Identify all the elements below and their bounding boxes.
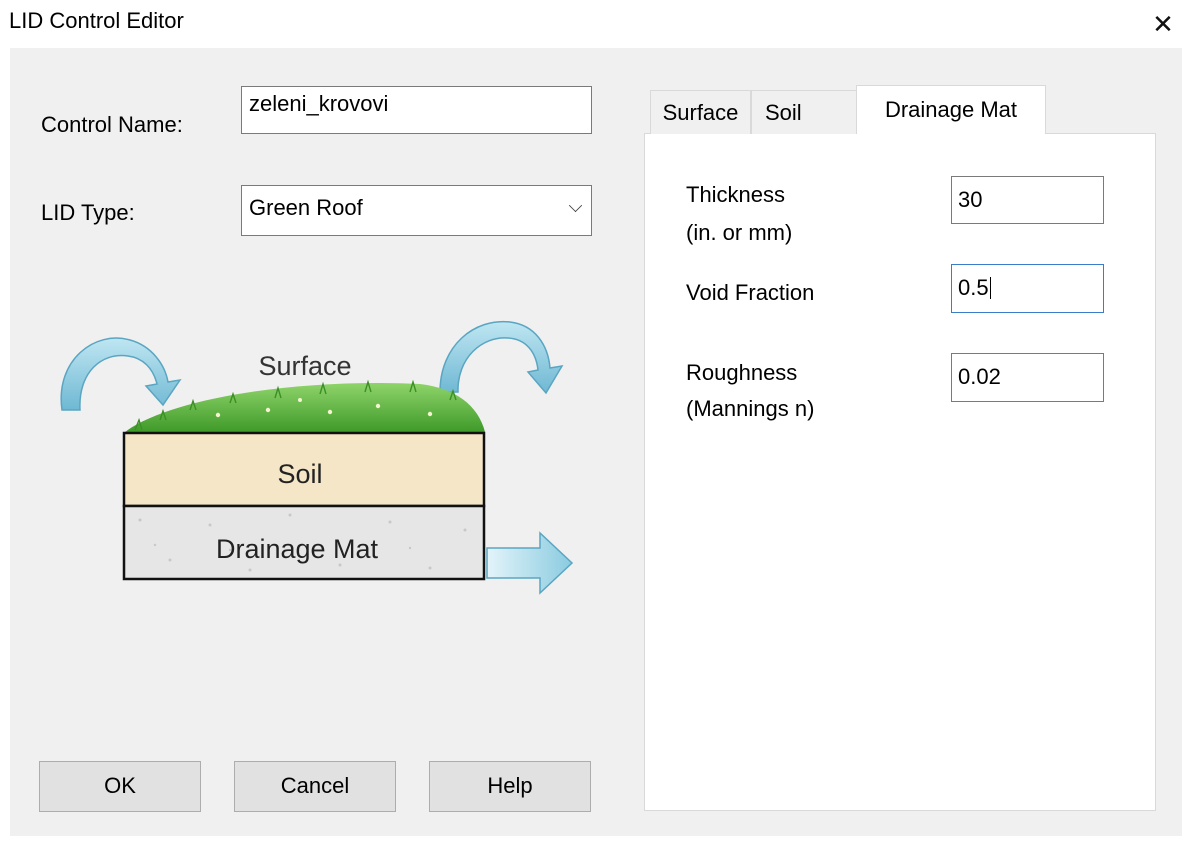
- cancel-button[interactable]: Cancel: [234, 761, 396, 812]
- thickness-value: 30: [958, 187, 983, 212]
- close-icon: ✕: [1152, 8, 1174, 39]
- control-name-input[interactable]: zeleni_krovovi: [241, 86, 592, 134]
- roughness-unit-label: (Mannings n): [686, 396, 815, 421]
- chevron-down-icon: [568, 198, 583, 213]
- roughness-value: 0.02: [958, 364, 1001, 389]
- close-button[interactable]: ✕: [1134, 0, 1192, 48]
- lid-type-value: Green Roof: [249, 195, 363, 220]
- inflow-arrow: [60, 337, 182, 411]
- void-fraction-input[interactable]: 0.5: [951, 264, 1104, 313]
- lid-type-select[interactable]: Green Roof: [241, 185, 592, 236]
- control-name-value: zeleni_krovovi: [249, 91, 389, 116]
- control-name-label: Control Name:: [41, 112, 183, 137]
- roughness-input[interactable]: 0.02: [951, 353, 1104, 402]
- thickness-unit-label: (in. or mm): [686, 220, 793, 245]
- overflow-arrow: [439, 320, 564, 395]
- tab-surface[interactable]: Surface: [650, 90, 751, 134]
- window-title: LID Control Editor: [9, 8, 184, 33]
- thickness-input[interactable]: 30: [951, 176, 1104, 224]
- title-bar: LID Control Editor ✕: [0, 0, 1192, 48]
- tab-soil[interactable]: Soil: [751, 90, 858, 134]
- text-caret: [989, 277, 991, 299]
- thickness-label: Thickness: [686, 182, 786, 207]
- soil-label: Soil: [277, 459, 322, 489]
- ok-button[interactable]: OK: [39, 761, 201, 812]
- void-fraction-label: Void Fraction: [686, 280, 815, 305]
- lid-type-label: LID Type:: [41, 200, 135, 225]
- grass-layer: [125, 379, 485, 432]
- green-roof-diagram: Surface Soil Drainage Mat: [60, 320, 574, 595]
- roughness-label: Roughness: [686, 360, 798, 385]
- void-fraction-value: 0.5: [958, 275, 989, 300]
- outflow-arrow: [486, 531, 574, 595]
- tab-drainage-mat[interactable]: Drainage Mat: [856, 85, 1046, 134]
- drainage-label: Drainage Mat: [216, 534, 379, 564]
- surface-label: Surface: [258, 351, 351, 381]
- help-button[interactable]: Help: [429, 761, 591, 812]
